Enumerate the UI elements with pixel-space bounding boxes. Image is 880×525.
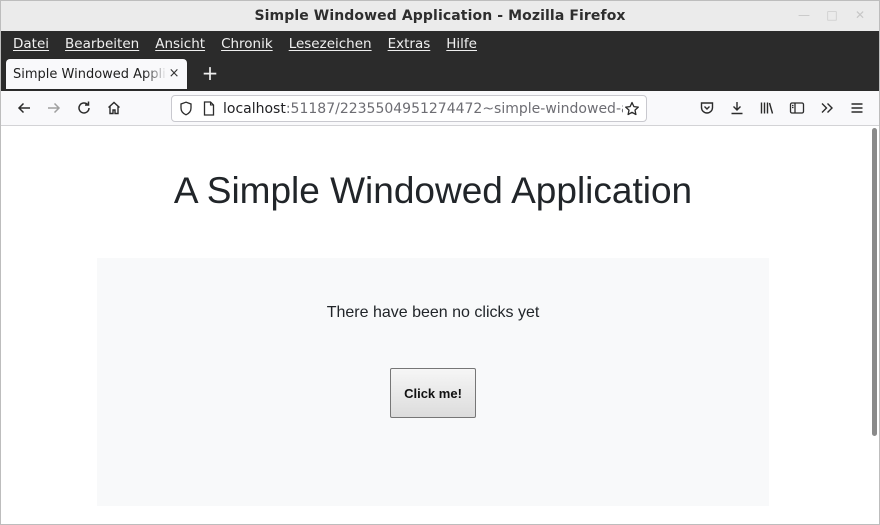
tab-label: Simple Windowed Application [13, 66, 167, 82]
menu-extras[interactable]: Extras [388, 36, 431, 52]
sidebar-button[interactable] [783, 94, 811, 122]
tab-strip: Simple Windowed Application × + [1, 57, 879, 91]
home-button[interactable] [100, 94, 128, 122]
url-bar[interactable]: localhost:51187/2235504951274472~simple-… [171, 95, 647, 122]
back-icon [17, 102, 30, 114]
overflow-icon [821, 103, 833, 113]
downloads-button[interactable] [723, 94, 751, 122]
pocket-icon [700, 102, 714, 114]
page-content: A Simple Windowed Application There have… [1, 126, 871, 524]
reload-icon [78, 101, 90, 114]
click-panel: There have been no clicks yet Click me! [97, 258, 769, 506]
menu-chronik[interactable]: Chronik [221, 36, 273, 52]
menu-icon [851, 103, 863, 113]
menu-button[interactable] [843, 94, 871, 122]
url-text[interactable]: localhost:51187/2235504951274472~simple-… [223, 101, 623, 117]
browser-window: Simple Windowed Application - Mozilla Fi… [0, 0, 880, 525]
shield-icon[interactable] [179, 101, 193, 116]
click-status-text: There have been no clicks yet [326, 304, 540, 321]
pocket-button[interactable] [693, 94, 721, 122]
reload-button[interactable] [70, 94, 98, 122]
new-tab-button[interactable]: + [197, 61, 223, 87]
navigation-toolbar: localhost:51187/2235504951274472~simple-… [1, 91, 879, 126]
minimize-button[interactable]: — [797, 7, 811, 23]
browser-chrome: Datei Bearbeiten Ansicht Chronik Lesezei… [1, 31, 879, 91]
library-button[interactable] [753, 94, 781, 122]
close-window-button[interactable]: ✕ [853, 7, 867, 23]
sidebar-icon [789, 102, 805, 114]
maximize-button[interactable]: □ [825, 7, 839, 23]
bookmark-star-icon[interactable] [624, 101, 640, 117]
forward-icon [48, 102, 61, 114]
close-tab-icon[interactable]: × [167, 67, 181, 81]
page-info-icon[interactable] [203, 101, 215, 116]
menu-bar: Datei Bearbeiten Ansicht Chronik Lesezei… [1, 31, 879, 57]
menu-hilfe[interactable]: Hilfe [446, 36, 477, 52]
vertical-scrollbar[interactable] [869, 126, 879, 524]
click-me-button[interactable]: Click me! [390, 368, 476, 418]
title-bar: Simple Windowed Application - Mozilla Fi… [1, 1, 879, 31]
library-icon [760, 102, 774, 114]
overflow-button[interactable] [813, 94, 841, 122]
downloads-icon [731, 102, 743, 115]
menu-ansicht[interactable]: Ansicht [155, 36, 205, 52]
back-button[interactable] [10, 94, 38, 122]
url-host: localhost [223, 100, 286, 117]
menu-datei[interactable]: Datei [13, 36, 49, 52]
window-controls: — □ ✕ [797, 7, 867, 23]
toolbar-right [693, 94, 871, 122]
url-path: :51187/2235504951274472~simple-windowed-… [285, 100, 623, 117]
home-icon [108, 101, 120, 115]
scrollbar-thumb[interactable] [872, 128, 877, 436]
tab-simple-windowed-application[interactable]: Simple Windowed Application × [6, 59, 187, 89]
window-title: Simple Windowed Application - Mozilla Fi… [254, 8, 626, 24]
menu-lesezeichen[interactable]: Lesezeichen [289, 36, 372, 52]
menu-bearbeiten[interactable]: Bearbeiten [65, 36, 139, 52]
forward-button[interactable] [40, 94, 68, 122]
page-title: A Simple Windowed Application [173, 170, 693, 211]
